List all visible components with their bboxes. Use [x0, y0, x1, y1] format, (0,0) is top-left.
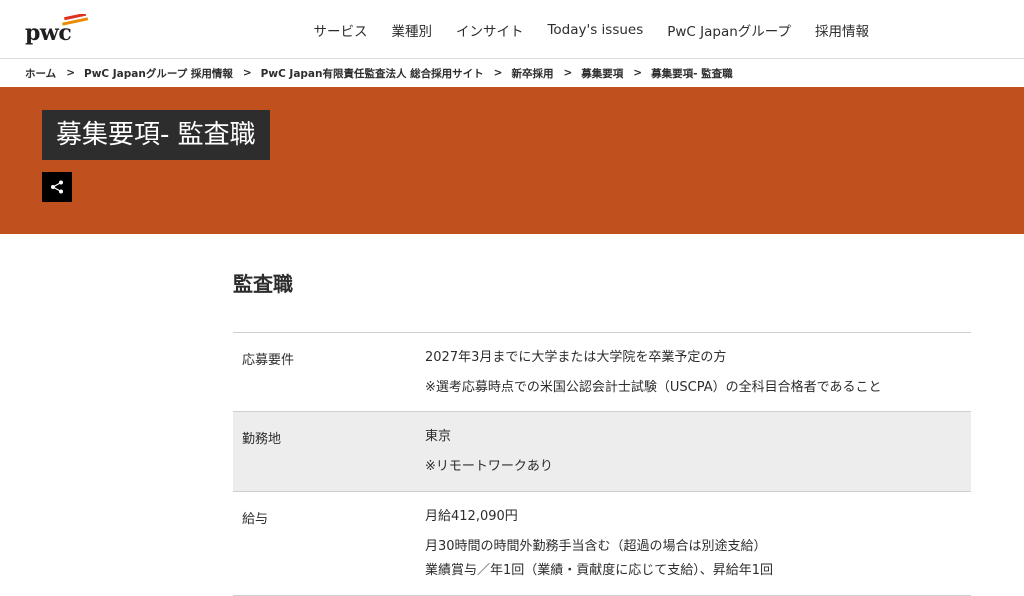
breadcrumb-item-new-graduates[interactable]: 新卒採用	[511, 66, 553, 81]
nav-pwc-japan-group[interactable]: PwC Japanグループ	[667, 20, 791, 40]
breadcrumb-item-home[interactable]: ホーム	[25, 66, 56, 81]
nav-careers[interactable]: 採用情報	[815, 20, 869, 40]
share-button[interactable]	[42, 172, 72, 202]
breadcrumb-item-audit-careers[interactable]: PwC Japan有限責任監査法人 総合採用サイト	[261, 66, 484, 81]
row-label: 勤務地	[242, 432, 282, 447]
breadcrumb-separator: >	[633, 67, 643, 79]
row-label: 給与	[242, 512, 269, 527]
site-header: pwc サービス 業種別 インサイト Today's issues PwC Ja…	[0, 0, 1024, 59]
nav-services[interactable]: サービス	[313, 20, 367, 40]
row-value: 東京	[425, 429, 452, 444]
logo-text: pwc	[25, 20, 72, 46]
pwc-logo[interactable]: pwc	[25, 14, 89, 48]
nav-insights[interactable]: インサイト	[456, 20, 524, 40]
row-values: 2027年3月までに大学または大学院を卒業予定の方 ※選考応募時点での米国公認会…	[425, 333, 971, 411]
breadcrumb-item-current: 募集要項- 監査職	[651, 67, 733, 80]
breadcrumb-separator: >	[563, 67, 573, 79]
hero-banner: 募集要項- 監査職	[0, 87, 1024, 234]
nav-todays-issues[interactable]: Today's issues	[547, 22, 643, 38]
table-row: 応募要件 2027年3月までに大学または大学院を卒業予定の方 ※選考応募時点での…	[233, 333, 971, 412]
breadcrumb: ホーム > PwC Japanグループ 採用情報 > PwC Japan有限責任…	[0, 59, 1024, 87]
table-row: 勤務地 東京 ※リモートワークあり	[233, 412, 971, 492]
share-icon	[51, 180, 63, 194]
breadcrumb-separator: >	[493, 67, 503, 79]
row-values: 月給412,090円 月30時間の時間外勤務手当含む（超過の場合は別途支給） 業…	[425, 492, 971, 595]
page-title: 募集要項- 監査職	[42, 110, 270, 160]
breadcrumb-separator: >	[242, 67, 252, 79]
breadcrumb-item-requirements[interactable]: 募集要項	[581, 66, 623, 81]
main-nav: サービス 業種別 インサイト Today's issues PwC Japanグ…	[289, 0, 869, 59]
row-value: 月30時間の時間外勤務手当含む（超過の場合は別途支給）	[425, 539, 767, 554]
requirements-table: 応募要件 2027年3月までに大学または大学院を卒業予定の方 ※選考応募時点での…	[233, 332, 971, 596]
section-title: 監査職	[233, 272, 293, 296]
breadcrumb-separator: >	[66, 67, 75, 79]
breadcrumb-item-group-careers[interactable]: PwC Japanグループ 採用情報	[84, 66, 233, 81]
row-values: 東京 ※リモートワークあり	[425, 412, 971, 491]
table-row: 給与 月給412,090円 月30時間の時間外勤務手当含む（超過の場合は別途支給…	[233, 492, 971, 596]
row-value: ※選考応募時点での米国公認会計士試験（USCPA）の全科目合格者であること	[425, 380, 882, 395]
row-value: 月給412,090円	[425, 509, 518, 524]
row-label: 応募要件	[242, 353, 295, 368]
row-value: 業績賞与／年1回（業績・貢献度に応じて支給）、昇給年1回	[425, 563, 774, 578]
row-value: 2027年3月までに大学または大学院を卒業予定の方	[425, 350, 727, 365]
nav-industries[interactable]: 業種別	[391, 20, 432, 40]
row-value: ※リモートワークあり	[425, 459, 553, 474]
